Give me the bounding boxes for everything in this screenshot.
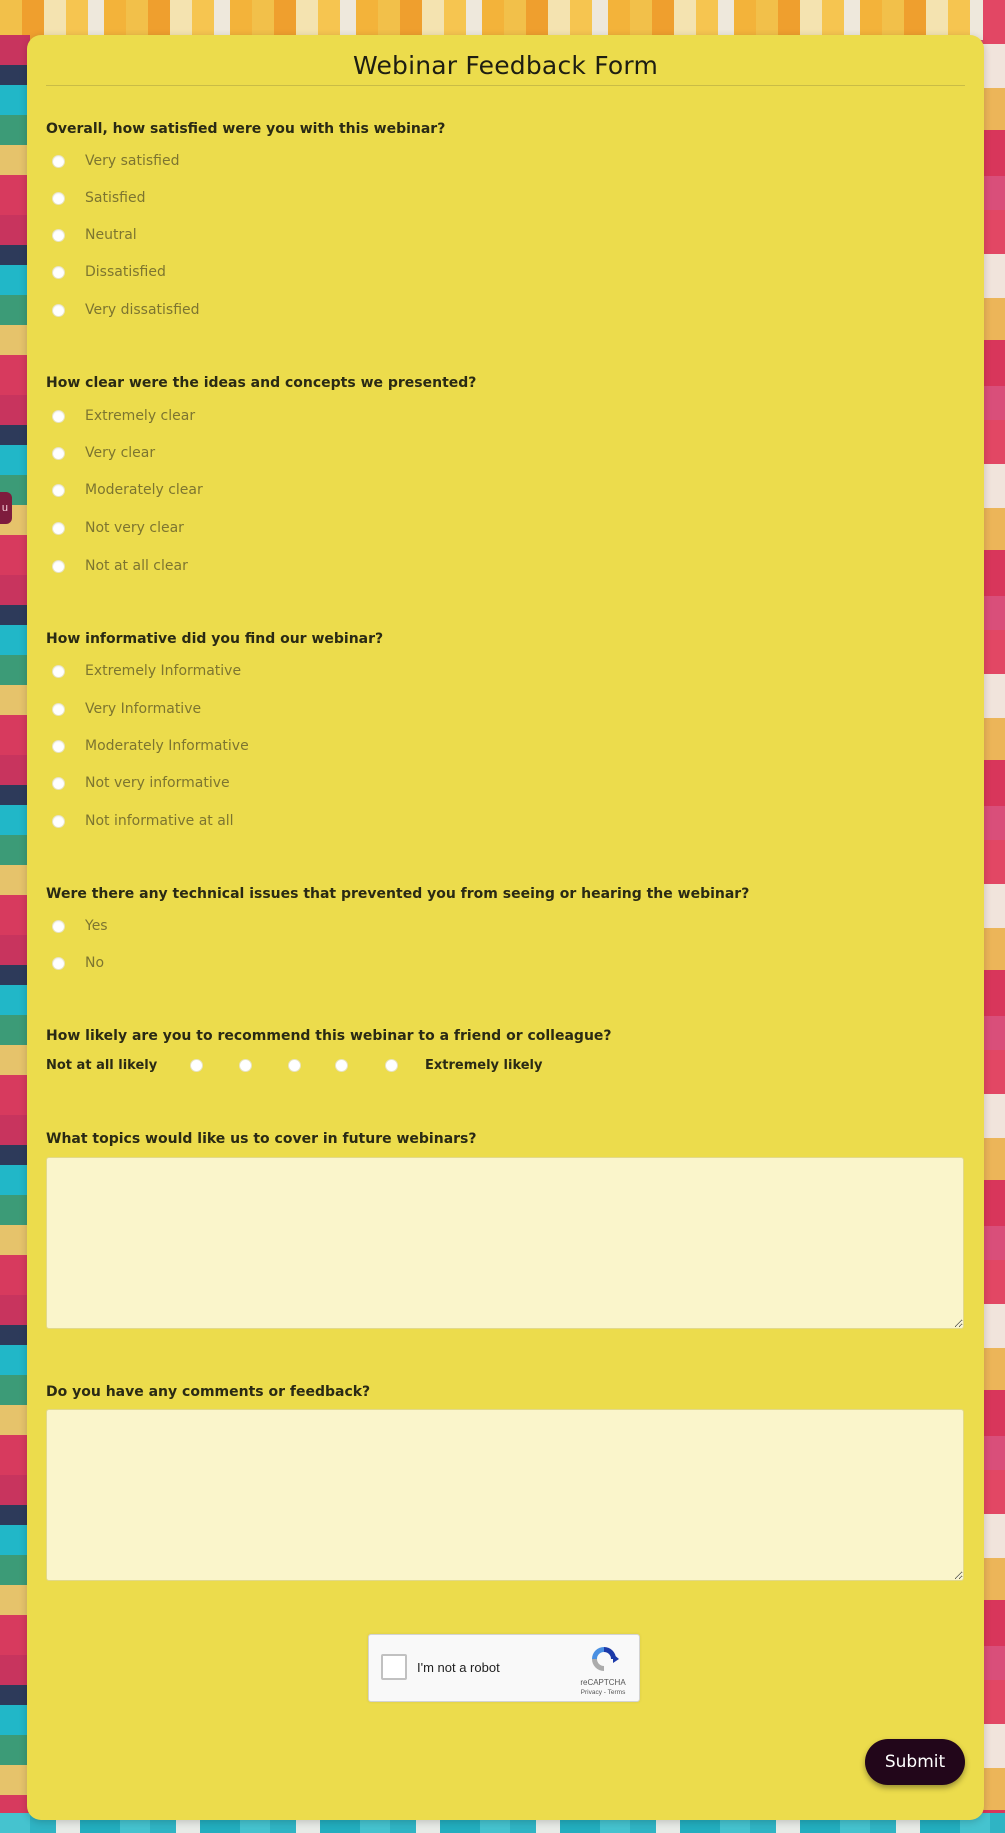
recaptcha-widget: I'm not a robot reCAPTCHA Privacy - Term… [368, 1634, 640, 1702]
recaptcha-brand: reCAPTCHA [580, 1678, 626, 1687]
recaptcha-label: I'm not a robot [417, 1660, 500, 1675]
comments-label: Do you have any comments or feedback? [46, 1384, 371, 1400]
option-label: Extremely clear [85, 408, 196, 424]
question-satisfaction-label: Overall, how satisfied were you with thi… [46, 121, 446, 137]
radio-circle[interactable] [52, 483, 65, 497]
radio-option[interactable]: Very Informative [52, 699, 201, 719]
radio-option[interactable]: Satisfied [52, 188, 145, 208]
radio-option[interactable]: Very dissatisfied [52, 300, 200, 320]
comments-textarea[interactable] [46, 1409, 964, 1581]
radio-option[interactable]: Not informative at all [52, 811, 234, 831]
background-pattern-top [0, 0, 1005, 40]
radio-option[interactable]: Not very clear [52, 518, 184, 538]
form-card: Webinar Feedback Form Overall, how satis… [27, 35, 984, 1820]
option-label: Very dissatisfied [85, 302, 200, 318]
background-pattern-right [983, 0, 1005, 1833]
side-feedback-tab[interactable]: u [0, 492, 12, 524]
option-label: Dissatisfied [85, 264, 166, 280]
submit-button[interactable]: Submit [865, 1739, 965, 1785]
radio-option[interactable]: Yes [52, 916, 108, 936]
recaptcha-privacy-terms-link[interactable]: Privacy - Terms [577, 1689, 629, 1696]
radio-circle[interactable] [52, 664, 65, 678]
scale-radio-1[interactable] [190, 1059, 203, 1072]
scale-high-label: Extremely likely [425, 1058, 543, 1073]
recaptcha-checkbox[interactable] [381, 1654, 407, 1680]
question-technical-issues-label: Were there any technical issues that pre… [46, 886, 750, 902]
option-label: Satisfied [85, 190, 146, 206]
scale-radio-3[interactable] [288, 1059, 301, 1072]
option-label: Moderately clear [85, 482, 203, 498]
radio-circle[interactable] [52, 814, 65, 828]
question-informative-label: How informative did you find our webinar… [46, 631, 384, 647]
scale-radio-2[interactable] [239, 1059, 252, 1072]
option-label: Not at all clear [85, 558, 188, 574]
option-label: Not very clear [85, 520, 184, 536]
title-divider [46, 85, 965, 86]
radio-circle[interactable] [52, 559, 65, 573]
recaptcha-logo-icon [592, 1647, 619, 1671]
radio-option[interactable]: Moderately clear [52, 480, 203, 500]
scale-low-label: Not at all likely [46, 1058, 158, 1073]
question-clarity-label: How clear were the ideas and concepts we… [46, 375, 477, 391]
radio-option[interactable]: Very satisfied [52, 151, 179, 171]
topics-textarea[interactable] [46, 1157, 964, 1329]
radio-circle[interactable] [52, 409, 65, 423]
scale-radio-4[interactable] [335, 1059, 348, 1072]
option-label: Very clear [85, 445, 156, 461]
option-label: Very Informative [85, 701, 202, 717]
radio-circle[interactable] [52, 228, 65, 242]
option-label: No [85, 955, 105, 971]
radio-circle[interactable] [52, 776, 65, 790]
radio-option[interactable]: No [52, 953, 104, 973]
option-label: Neutral [85, 227, 137, 243]
radio-circle[interactable] [52, 154, 65, 168]
radio-option[interactable]: Extremely Informative [52, 661, 241, 681]
option-label: Not informative at all [85, 813, 234, 829]
option-label: Extremely Informative [85, 663, 242, 679]
radio-circle[interactable] [52, 521, 65, 535]
radio-option[interactable]: Dissatisfied [52, 262, 166, 282]
form-title: Webinar Feedback Form [352, 51, 659, 80]
topics-label: What topics would like us to cover in fu… [46, 1131, 477, 1147]
question-recommend-label: How likely are you to recommend this web… [46, 1028, 612, 1044]
background-pattern-left [0, 35, 30, 1833]
option-label: Very satisfied [85, 153, 180, 169]
scale-radio-5[interactable] [385, 1059, 398, 1072]
radio-option[interactable]: Neutral [52, 225, 137, 245]
radio-circle[interactable] [52, 303, 65, 317]
radio-circle[interactable] [52, 702, 65, 716]
radio-circle[interactable] [52, 739, 65, 753]
recommend-scale: Not at all likely Extremely likely [46, 1056, 646, 1076]
radio-circle[interactable] [52, 919, 65, 933]
radio-option[interactable]: Very clear [52, 443, 155, 463]
radio-circle[interactable] [52, 446, 65, 460]
radio-option[interactable]: Not at all clear [52, 556, 188, 576]
radio-circle[interactable] [52, 191, 65, 205]
radio-circle[interactable] [52, 956, 65, 970]
option-label: Not very informative [85, 775, 230, 791]
option-label: Yes [85, 918, 108, 934]
option-label: Moderately Informative [85, 738, 249, 754]
radio-circle[interactable] [52, 265, 65, 279]
radio-option[interactable]: Not very informative [52, 773, 230, 793]
radio-option[interactable]: Moderately Informative [52, 736, 249, 756]
radio-option[interactable]: Extremely clear [52, 406, 195, 426]
